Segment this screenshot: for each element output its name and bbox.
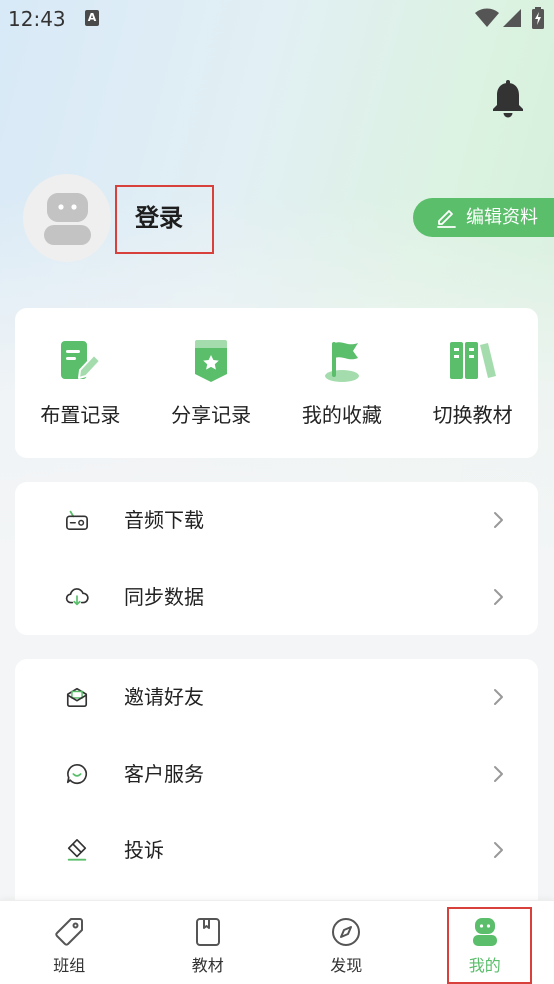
menu-item-label: 同步数据 [124, 584, 204, 609]
nav-tab-textbook[interactable]: 教材 [139, 901, 278, 984]
edit-profile-label: 编辑资料 [466, 207, 538, 228]
menu-card-data: 音频下载 同步数据 [15, 482, 538, 635]
nav-tab-mine[interactable]: 我的 [416, 901, 554, 984]
chevron-right-icon [494, 765, 503, 782]
chevron-right-icon [494, 842, 503, 858]
quick-action-assignment-record[interactable]: 布置记录 [15, 308, 146, 458]
tag-icon [55, 918, 84, 946]
nav-tab-discover[interactable]: 发现 [277, 901, 416, 984]
share-record-icon [195, 340, 228, 382]
nav-label: 教材 [191, 956, 224, 975]
bottom-navigation: 班组 教材 发现 我的 [0, 900, 554, 984]
pencil-icon [437, 210, 456, 228]
menu-item-customer-service[interactable]: 客户服务 [15, 736, 538, 813]
notification-badge-icon: A [85, 10, 99, 26]
book-icon [195, 918, 220, 946]
quick-action-share-record[interactable]: 分享记录 [146, 308, 277, 458]
cloud-sync-icon [65, 587, 89, 605]
quick-actions-card: 布置记录 分享记录 我的收藏 切换教材 [15, 308, 538, 458]
quick-action-label: 布置记录 [40, 403, 121, 427]
quick-action-label: 我的收藏 [301, 403, 382, 427]
nav-tab-class-group[interactable]: 班组 [0, 901, 139, 984]
header-background [0, 0, 554, 560]
quick-action-switch-textbook[interactable]: 切换教材 [407, 308, 538, 458]
menu-item-complaint[interactable]: 投诉 [15, 812, 538, 889]
chevron-right-icon [494, 689, 503, 705]
chevron-right-icon [494, 512, 503, 528]
menu-item-audio-download[interactable]: 音频下载 [15, 482, 538, 559]
audio-download-icon [66, 510, 88, 531]
invite-envelope-icon [66, 687, 88, 708]
menu-item-label: 音频下载 [124, 508, 204, 532]
nav-label: 发现 [330, 956, 363, 975]
quick-action-label: 切换教材 [432, 403, 513, 427]
menu-item-sync-data[interactable]: 同步数据 [15, 559, 538, 636]
nav-label: 班组 [53, 956, 86, 975]
robot-avatar-icon[interactable] [23, 174, 111, 262]
menu-item-label: 邀请好友 [124, 685, 204, 709]
customer-service-icon [66, 763, 88, 784]
menu-item-invite-friends[interactable]: 邀请好友 [15, 659, 538, 736]
compass-icon [332, 918, 361, 946]
quick-action-favorites[interactable]: 我的收藏 [277, 308, 408, 458]
signal-icon [503, 9, 521, 27]
status-time: 12:43 [8, 7, 66, 31]
nav-label: 我的 [468, 956, 501, 975]
chevron-right-icon [494, 588, 503, 605]
battery-charging-icon [532, 7, 544, 29]
robot-profile-icon [472, 918, 497, 946]
switch-textbook-icon [449, 342, 496, 379]
login-link[interactable]: 登录 [135, 204, 183, 232]
bell-icon[interactable] [490, 78, 526, 118]
assignment-record-icon [61, 341, 102, 379]
favorite-flag-icon [324, 342, 359, 382]
complaint-icon [67, 839, 87, 861]
menu-item-label: 投诉 [124, 838, 164, 862]
quick-action-label: 分享记录 [171, 403, 252, 427]
wifi-icon [475, 8, 499, 27]
menu-item-label: 客户服务 [124, 761, 204, 786]
edit-profile-button[interactable]: 编辑资料 [413, 198, 554, 237]
